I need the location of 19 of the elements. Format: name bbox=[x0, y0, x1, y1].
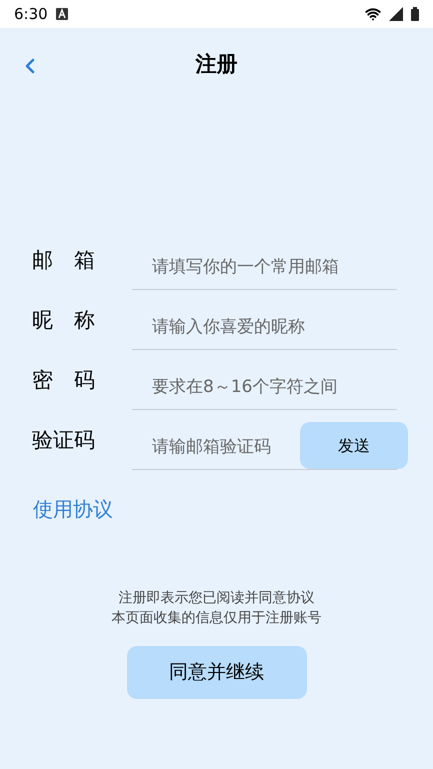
battery-icon bbox=[411, 7, 419, 21]
app-notification-icon bbox=[56, 8, 68, 20]
field-label: 昵 称 bbox=[32, 306, 96, 334]
field-label: 邮 箱 bbox=[32, 246, 96, 274]
send-code-button[interactable]: 发送 bbox=[300, 422, 408, 469]
field-label: 验证码 bbox=[32, 426, 96, 454]
input-field[interactable]: 要求在8～16个字符之间 bbox=[132, 366, 397, 406]
consent-note: 本页面收集的信息仅用于注册账号 bbox=[112, 609, 322, 628]
wifi-icon bbox=[365, 6, 381, 22]
signal-icon bbox=[389, 7, 403, 21]
field-label: 密 码 bbox=[32, 366, 96, 394]
input-field[interactable]: 请输邮箱验证码 bbox=[132, 426, 300, 466]
agreement-link[interactable]: 使用协议 bbox=[33, 497, 113, 521]
page-title: 注册 bbox=[196, 51, 238, 78]
status-time: 6:30 bbox=[14, 4, 48, 25]
continue-button[interactable]: 同意并继续 bbox=[126, 646, 306, 699]
input-field[interactable]: 请输入你喜爱的昵称 bbox=[132, 306, 397, 346]
input-field[interactable]: 请填写你的一个常用邮箱 bbox=[132, 246, 397, 286]
consent-note: 注册即表示您已阅读并同意协议 bbox=[118, 589, 314, 608]
